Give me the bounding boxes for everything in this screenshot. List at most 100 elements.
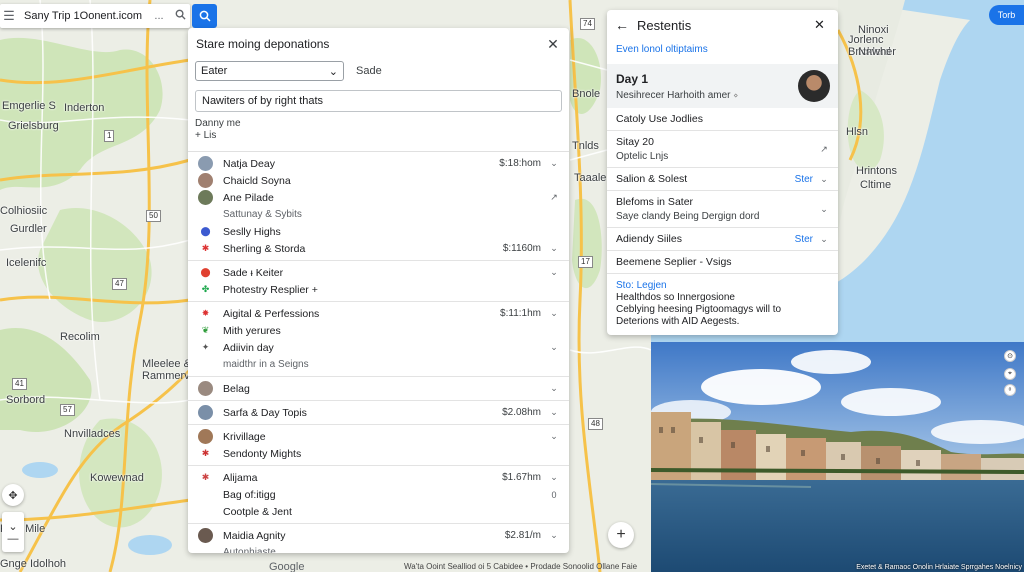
road-badge: 50 (146, 210, 161, 222)
map-label: Taaale (574, 172, 607, 184)
place-name: Cootple & Jent (223, 505, 292, 518)
list-item[interactable]: ✱ Sherling & Storda $:1160m ⌄ (188, 240, 569, 257)
list-item[interactable]: ❦ Mith yerures (188, 322, 569, 339)
compass-icon[interactable]: ⊙ (1004, 350, 1016, 362)
chevron-down-icon[interactable]: ⌄ (819, 174, 829, 185)
place-name: Natja Deay (223, 157, 275, 170)
list-item[interactable]: Maidia Agnity $2.81/m ⌄ (188, 527, 569, 544)
list-item[interactable]: Krivillage ⌄ (188, 428, 569, 445)
pin-icon: ⬤ (200, 226, 211, 236)
details-link[interactable]: Even lonol oltiptaims (607, 40, 838, 64)
details-title: Restentis (637, 17, 692, 33)
place-name: Photestry Resplier + (223, 283, 318, 296)
search-bar[interactable]: ☰ Sany Trip 1Oonent.icom ... (0, 4, 190, 28)
hamburger-menu-icon[interactable]: ☰ (0, 8, 18, 24)
zoom-controls: ⌄ — (2, 512, 24, 552)
place-subtitle: Autonhiaste (223, 547, 276, 553)
list-item[interactable]: ✱ Alijama $1.67hm ⌄ (188, 469, 569, 486)
details-panel: ← Restentis ✕ Even lonol oltiptaims Day … (607, 10, 838, 335)
chevron-down-icon: ⌄ (328, 65, 338, 78)
list-item[interactable]: ✱ Sendonty Mights (188, 445, 569, 462)
list-item[interactable]: ⬤ Seslly Highs (188, 223, 569, 240)
details-item-title: Catoly Use Jodlies (616, 113, 703, 125)
chevron-down-icon[interactable]: ⌄ (549, 530, 559, 541)
list-item[interactable]: Natja Deay $:18:hom ⌄ (188, 155, 569, 172)
footer-link[interactable]: Sto: Legjen (616, 280, 829, 292)
list-item[interactable]: Chaicld Soyna (188, 172, 569, 189)
recenter-icon[interactable]: ✥ (2, 484, 24, 506)
place-group: Sarfa & Day Topis $2.08hm ⌄ (188, 401, 569, 425)
search-button[interactable] (192, 4, 217, 28)
more-options-icon[interactable]: ... (148, 10, 170, 22)
map-label: Tnlds (572, 140, 599, 152)
details-item-link[interactable]: Ster (795, 174, 813, 185)
list-item[interactable]: ✦ Adiivin day ⌄ (188, 339, 569, 356)
chevron-down-icon[interactable]: ⌄ (549, 267, 559, 278)
road-badge: 17 (578, 256, 593, 268)
search-input[interactable]: Sany Trip 1Oonent.icom (18, 10, 148, 22)
chevron-down-icon[interactable]: 0 (549, 490, 559, 500)
place-list: Natja Deay $:18:hom ⌄ Chaicld Soyna Ane Pila… (188, 151, 569, 553)
details-item-body: Beemene Seplier - Vsigs (616, 256, 829, 268)
zoom-out-icon[interactable]: — (8, 533, 19, 545)
add-list-link[interactable]: + Lis (188, 129, 569, 141)
list-item[interactable]: Belag ⌄ (188, 380, 569, 397)
chevron-down-icon[interactable]: ⌄ (549, 383, 559, 394)
pegman-icon[interactable]: ᵒ (1004, 384, 1016, 396)
list-item[interactable]: ✤ Photestry Resplier + (188, 281, 569, 298)
chevron-down-icon[interactable]: ⌄ (549, 308, 559, 319)
places-panel: Stare moing deponations ✕ Eater ⌄ Sade N… (188, 28, 569, 553)
zoom-in-icon[interactable]: ⌄ (8, 520, 17, 533)
details-item[interactable]: Adiendy Siiles Ster ⌄ (607, 228, 838, 251)
chevron-down-icon[interactable]: ⌄ (549, 342, 559, 353)
search-icon[interactable] (170, 9, 190, 23)
chevron-down-icon[interactable]: ⌄ (549, 158, 559, 169)
avatar[interactable] (798, 70, 830, 102)
map-label: Sorbord (6, 394, 46, 406)
close-icon[interactable]: ✕ (545, 36, 561, 53)
category-select[interactable]: Eater ⌄ (195, 61, 344, 81)
details-item[interactable]: Beemene Seplier - Vsigs (607, 251, 838, 274)
location-icon[interactable]: ⌖ (1004, 368, 1016, 380)
chevron-down-icon[interactable]: ↗ (819, 144, 829, 155)
chevron-down-icon[interactable]: ↗ (549, 192, 559, 203)
place-photo[interactable]: Exetet & Ramaoc Onolin Hrlaiate Sprrgahe… (651, 342, 1024, 572)
list-item-sub: Autonhiaste (188, 544, 569, 553)
place-name: Ane Pilade (223, 191, 274, 204)
close-icon[interactable]: ✕ (814, 17, 830, 33)
list-item[interactable]: Sarfa & Day Topis $2.08hm ⌄ (188, 404, 569, 421)
list-item[interactable]: Cootple & Jent (188, 503, 569, 520)
road-badge: 1 (104, 130, 115, 142)
road-badge: 74 (580, 18, 595, 30)
layers-toggle-button[interactable]: Torb (989, 5, 1024, 25)
sort-label[interactable]: Sade (356, 65, 382, 77)
details-item[interactable]: Salion & Solest Ster ⌄ (607, 168, 838, 191)
details-item[interactable]: Blefoms in Sater Saye clandy Being Dergig… (607, 191, 838, 228)
chevron-down-icon[interactable]: ⌄ (819, 204, 829, 215)
details-item-title: Sitay 20 (616, 136, 654, 148)
details-item[interactable]: Catoly Use Jodlies (607, 108, 838, 131)
day-card[interactable]: Day 1 Nesihrecer Harhoith amer ⋄ (607, 64, 838, 108)
details-item[interactable]: Sitay 20 Optelic Lnjs ↗ (607, 131, 838, 168)
details-item-body: Catoly Use Jodlies (616, 113, 829, 125)
list-item[interactable]: Ane Pilade ↗ (188, 189, 569, 206)
brand-logo: Google (269, 561, 305, 572)
details-item-link[interactable]: Ster (795, 234, 813, 245)
chevron-down-icon[interactable]: ⌄ (549, 431, 559, 442)
list-item[interactable]: ✸ Aigital & Perfessions $:11:1hm ⌄ (188, 305, 569, 322)
list-item[interactable]: ⬤ Sade ᵼ Keiter ⌄ (188, 264, 569, 281)
place-price: $1.67hm (502, 472, 541, 483)
chevron-down-icon[interactable]: ⌄ (549, 407, 559, 418)
chevron-down-icon[interactable]: ⌄ (549, 472, 559, 483)
place-name: Aigital & Perfessions (223, 307, 320, 320)
chevron-down-icon[interactable]: ⌄ (819, 234, 829, 245)
list-item[interactable]: Bag of:itigg 0 (188, 486, 569, 503)
back-arrow-icon[interactable]: ← (615, 17, 631, 33)
add-place-button[interactable]: + (608, 522, 634, 548)
details-items: Catoly Use Jodlies Sitay 20 Optelic Lnjs ↗ S… (607, 108, 838, 274)
chevron-down-icon[interactable]: ⌄ (549, 243, 559, 254)
note-input[interactable]: Nawiters of by right thats (195, 90, 562, 112)
place-name: Belag (223, 382, 250, 395)
map-label: Grielsburg (8, 120, 59, 132)
